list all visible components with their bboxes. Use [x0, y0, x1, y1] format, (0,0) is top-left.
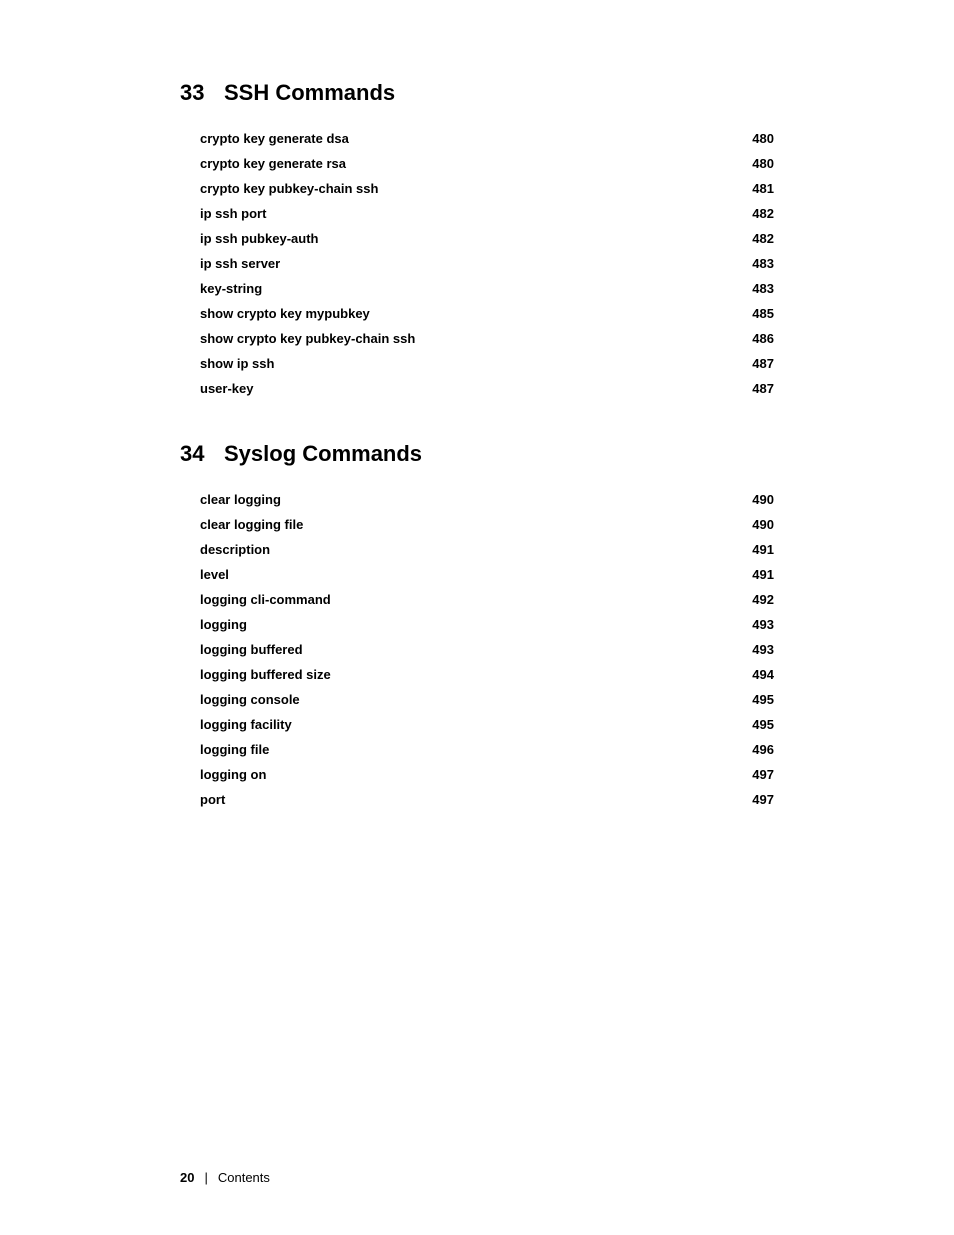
- section-title-33: SSH Commands: [224, 80, 395, 106]
- footer-separator: |: [204, 1170, 207, 1185]
- toc-entry: ip ssh pubkey-auth482: [180, 226, 774, 251]
- toc-entry-label: show ip ssh: [200, 356, 744, 371]
- page: 33 SSH Commands crypto key generate dsa480…: [0, 0, 954, 1235]
- toc-entry-page: 486: [744, 331, 774, 346]
- toc-entry-page: 487: [744, 356, 774, 371]
- section-title-34: Syslog Commands: [224, 441, 422, 467]
- toc-entry: logging buffered493: [180, 637, 774, 662]
- toc-entry-page: 492: [744, 592, 774, 607]
- toc-entry: crypto key generate rsa480: [180, 151, 774, 176]
- toc-entry-label: show crypto key pubkey-chain ssh: [200, 331, 744, 346]
- toc-entry-label: logging file: [200, 742, 744, 757]
- toc-entry-label: logging facility: [200, 717, 744, 732]
- toc-entry: ip ssh server483: [180, 251, 774, 276]
- toc-entry: level491: [180, 562, 774, 587]
- section-number-33: 33: [180, 80, 210, 106]
- toc-entry: logging493: [180, 612, 774, 637]
- toc-entry: logging buffered size494: [180, 662, 774, 687]
- toc-entry-label: crypto key generate dsa: [200, 131, 744, 146]
- toc-entry-page: 491: [744, 567, 774, 582]
- toc-entry-label: level: [200, 567, 744, 582]
- toc-entry-label: ip ssh pubkey-auth: [200, 231, 744, 246]
- toc-entry-label: crypto key pubkey-chain ssh: [200, 181, 744, 196]
- footer-page-number: 20: [180, 1170, 194, 1185]
- section-header-34: 34 Syslog Commands: [180, 441, 774, 467]
- section-34: 34Syslog Commandsclear logging490clear l…: [180, 441, 774, 812]
- toc-entry-page: 480: [744, 131, 774, 146]
- toc-entry-page: 490: [744, 492, 774, 507]
- toc-entry-page: 482: [744, 231, 774, 246]
- toc-entry: logging console495: [180, 687, 774, 712]
- toc-entry: show crypto key mypubkey485: [180, 301, 774, 326]
- section-33: 33 SSH Commands crypto key generate dsa480…: [180, 80, 774, 401]
- toc-entry-page: 496: [744, 742, 774, 757]
- toc-entry-page: 491: [744, 542, 774, 557]
- section-number-34: 34: [180, 441, 210, 467]
- toc-entry: logging cli-command492: [180, 587, 774, 612]
- toc-entry-label: crypto key generate rsa: [200, 156, 744, 171]
- toc-entry-page: 481: [744, 181, 774, 196]
- toc-entry-page: 490: [744, 517, 774, 532]
- toc-entry-page: 497: [744, 767, 774, 782]
- toc-entry: user-key487: [180, 376, 774, 401]
- toc-entry-label: ip ssh server: [200, 256, 744, 271]
- toc-entry-label: logging cli-command: [200, 592, 744, 607]
- toc-entry-label: logging buffered size: [200, 667, 744, 682]
- toc-entry-label: ip ssh port: [200, 206, 744, 221]
- toc-entry-label: logging console: [200, 692, 744, 707]
- toc-entry-page: 494: [744, 667, 774, 682]
- toc-entry-label: description: [200, 542, 744, 557]
- toc-entry-label: clear logging: [200, 492, 744, 507]
- toc-entry-page: 485: [744, 306, 774, 321]
- toc-entry-page: 482: [744, 206, 774, 221]
- toc-entry: description491: [180, 537, 774, 562]
- toc-entry: logging file496: [180, 737, 774, 762]
- toc-entry: logging on497: [180, 762, 774, 787]
- toc-entry-page: 480: [744, 156, 774, 171]
- toc-entry: crypto key pubkey-chain ssh481: [180, 176, 774, 201]
- toc-entry-label: port: [200, 792, 744, 807]
- toc-entry-label: logging: [200, 617, 744, 632]
- toc-entry-label: key-string: [200, 281, 744, 296]
- toc-entry: logging facility495: [180, 712, 774, 737]
- toc-entry-page: 493: [744, 642, 774, 657]
- toc-entry-page: 483: [744, 256, 774, 271]
- toc-entry-label: user-key: [200, 381, 744, 396]
- toc-entry-page: 493: [744, 617, 774, 632]
- toc-entry-label: clear logging file: [200, 517, 744, 532]
- toc-entry-page: 495: [744, 692, 774, 707]
- toc-entry: show ip ssh487: [180, 351, 774, 376]
- toc-entry-label: logging buffered: [200, 642, 744, 657]
- toc-entry: crypto key generate dsa480: [180, 126, 774, 151]
- toc-entry: port497: [180, 787, 774, 812]
- toc-entry: clear logging file490: [180, 512, 774, 537]
- section-header-33: 33 SSH Commands: [180, 80, 774, 106]
- toc-entry-page: 497: [744, 792, 774, 807]
- toc-entry: show crypto key pubkey-chain ssh486: [180, 326, 774, 351]
- toc-entry-label: logging on: [200, 767, 744, 782]
- page-footer: 20 | Contents: [0, 1170, 954, 1185]
- toc-entry: clear logging490: [180, 487, 774, 512]
- toc-entry-page: 483: [744, 281, 774, 296]
- footer-label: Contents: [218, 1170, 270, 1185]
- toc-entry: key-string483: [180, 276, 774, 301]
- toc-entry-page: 495: [744, 717, 774, 732]
- toc-entry-label: show crypto key mypubkey: [200, 306, 744, 321]
- toc-entry-page: 487: [744, 381, 774, 396]
- toc-entry: ip ssh port482: [180, 201, 774, 226]
